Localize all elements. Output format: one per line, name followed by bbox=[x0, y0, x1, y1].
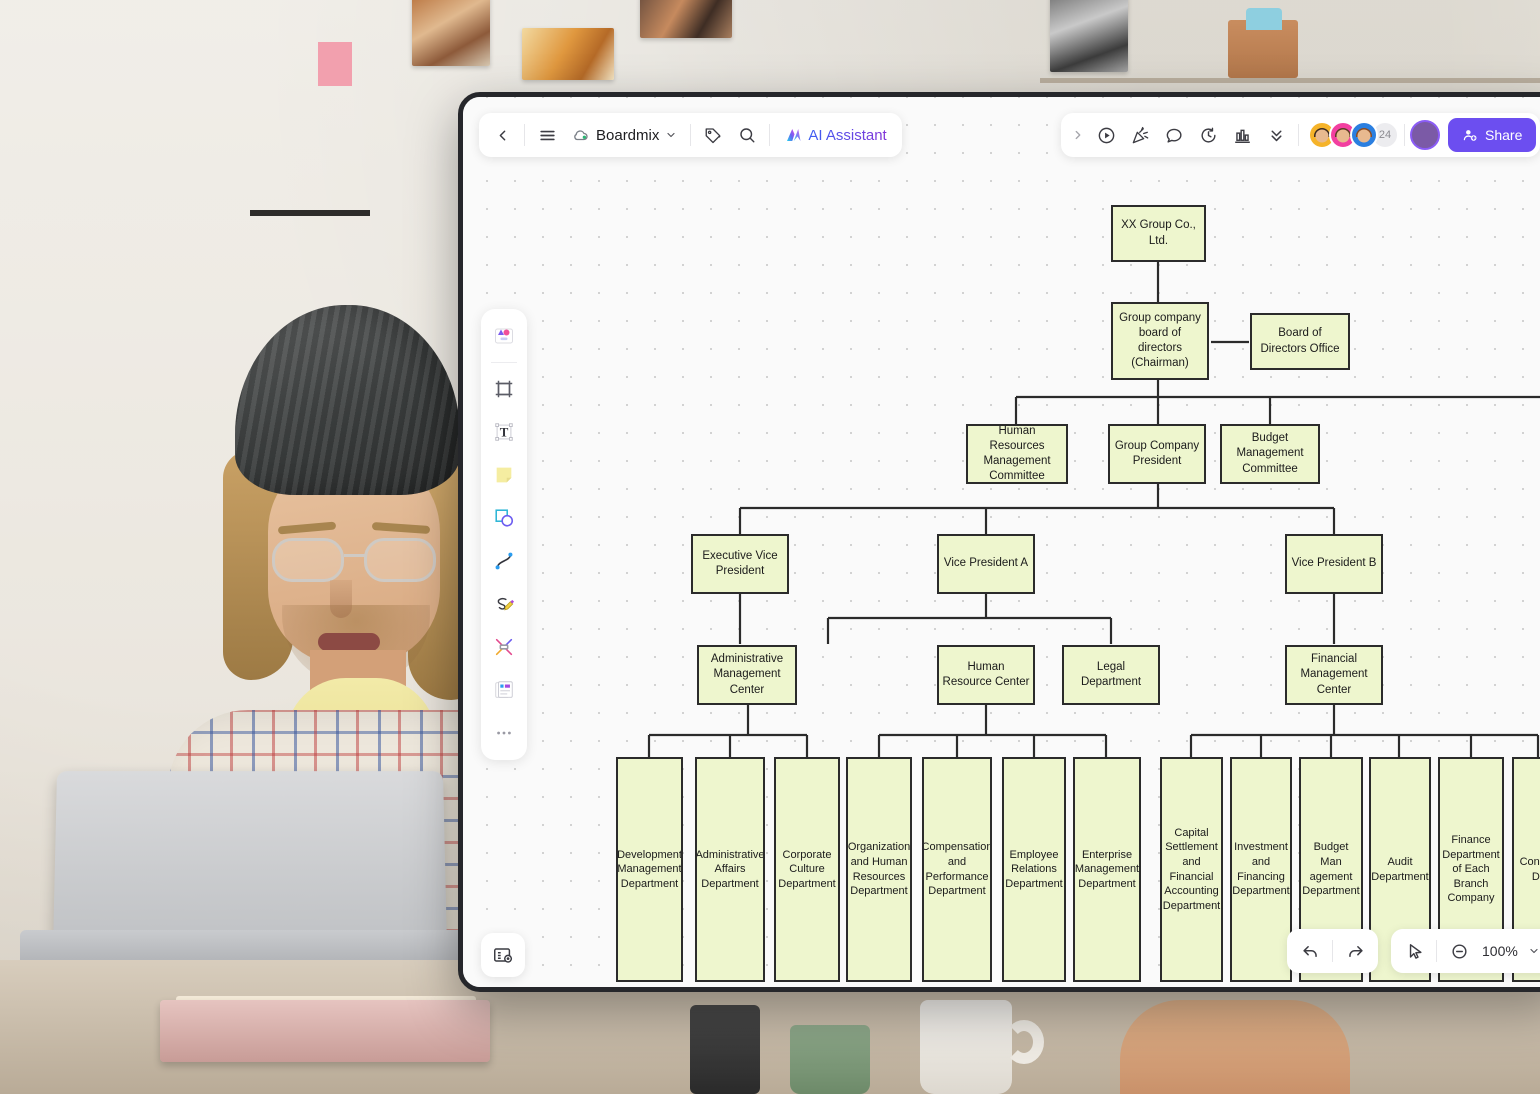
laptop-screen bbox=[52, 771, 448, 951]
chevron-down-icon bbox=[665, 129, 677, 141]
divider bbox=[491, 362, 517, 363]
layers-panel-button[interactable] bbox=[481, 933, 525, 977]
divider bbox=[1332, 940, 1333, 962]
tool-mindmap[interactable] bbox=[485, 627, 523, 667]
tool-text[interactable]: T bbox=[485, 412, 523, 452]
history-toolbar bbox=[1287, 929, 1378, 973]
expand-toolbar-button[interactable] bbox=[1067, 118, 1089, 152]
timer-button[interactable] bbox=[1191, 118, 1225, 152]
collaborator-avatars[interactable]: 24 bbox=[1306, 121, 1399, 149]
tool-shapes[interactable] bbox=[485, 498, 523, 538]
wall-photo-4 bbox=[1050, 0, 1128, 72]
tool-connector[interactable] bbox=[485, 541, 523, 581]
org-node[interactable]: Compensation and Performance Department bbox=[922, 757, 992, 982]
vote-chart-button[interactable] bbox=[1225, 118, 1259, 152]
wall-photo-2 bbox=[522, 28, 614, 80]
zoom-level-label[interactable]: 100% bbox=[1476, 943, 1524, 959]
zoom-toolbar: 100% bbox=[1391, 929, 1540, 973]
search-button[interactable] bbox=[730, 118, 764, 152]
org-node[interactable]: Corporate Culture Department bbox=[774, 757, 840, 982]
share-label: Share bbox=[1485, 127, 1523, 143]
notebook bbox=[160, 1000, 490, 1062]
redo-button[interactable] bbox=[1338, 934, 1372, 968]
divider bbox=[1298, 124, 1299, 146]
avatar[interactable] bbox=[1350, 121, 1378, 149]
zoom-dropdown-button[interactable] bbox=[1524, 934, 1540, 968]
share-user-icon bbox=[1462, 127, 1478, 143]
brand-menu[interactable]: Boardmix bbox=[564, 118, 685, 152]
back-button[interactable] bbox=[485, 118, 519, 152]
org-node[interactable]: Group company board of directors (Chairm… bbox=[1111, 302, 1209, 380]
tag-button[interactable] bbox=[696, 118, 730, 152]
org-node[interactable]: Financial Management Center bbox=[1285, 645, 1383, 705]
mouth bbox=[318, 633, 380, 651]
org-chart: XX Group Co., Ltd. Group company board o… bbox=[463, 97, 1540, 987]
top-left-toolbar: Boardmix AI Assistant bbox=[479, 113, 902, 157]
ai-assistant-label: AI Assistant bbox=[808, 126, 887, 144]
org-node[interactable]: Executive Vice President bbox=[691, 534, 789, 594]
more-tools-button[interactable] bbox=[1259, 118, 1293, 152]
top-right-toolbar: 24 Share bbox=[1061, 113, 1540, 157]
org-node[interactable]: Human Resource Center bbox=[937, 645, 1035, 705]
boardmix-app-window: XX Group Co., Ltd. Group company board o… bbox=[458, 92, 1540, 992]
ai-assistant-button[interactable]: AI Assistant bbox=[775, 118, 895, 152]
second-person bbox=[1120, 1000, 1350, 1094]
comment-button[interactable] bbox=[1157, 118, 1191, 152]
divider bbox=[769, 124, 771, 146]
coffee-mug bbox=[920, 1000, 1012, 1094]
cloud-icon bbox=[572, 126, 590, 144]
celebrate-button[interactable] bbox=[1123, 118, 1157, 152]
wall-photo-3 bbox=[640, 0, 732, 38]
tool-more[interactable] bbox=[485, 713, 523, 753]
eyeglasses bbox=[272, 538, 440, 582]
green-cup bbox=[790, 1025, 870, 1094]
org-node[interactable]: Enterprise Management Department bbox=[1073, 757, 1141, 982]
org-node[interactable]: Board of Directors Office bbox=[1250, 313, 1350, 370]
org-node[interactable]: Vice President B bbox=[1285, 534, 1383, 594]
org-node[interactable]: Administrative Affairs Department bbox=[695, 757, 765, 982]
shelf-object-top bbox=[1246, 8, 1282, 30]
shelf-edge bbox=[1040, 78, 1540, 83]
org-node[interactable]: XX Group Co., Ltd. bbox=[1111, 205, 1206, 262]
org-node[interactable]: Group Company President bbox=[1108, 424, 1206, 484]
org-node[interactable]: Legal Department bbox=[1062, 645, 1160, 705]
divider bbox=[1404, 124, 1405, 146]
org-node[interactable]: Investment and Financing Department bbox=[1230, 757, 1292, 982]
ai-sparkle-icon bbox=[784, 126, 802, 144]
org-node[interactable]: Vice President A bbox=[937, 534, 1035, 594]
tool-templates[interactable] bbox=[485, 316, 523, 356]
org-node[interactable]: Employee Relations Department bbox=[1002, 757, 1066, 982]
org-node[interactable]: Administrative Management Center bbox=[697, 645, 797, 705]
select-tool-button[interactable] bbox=[1397, 934, 1431, 968]
share-button[interactable]: Share bbox=[1448, 118, 1537, 152]
hamburger-menu-button[interactable] bbox=[530, 118, 564, 152]
left-tool-rail: T bbox=[481, 309, 527, 760]
bottle bbox=[690, 1005, 760, 1094]
tool-sticky-note[interactable] bbox=[485, 455, 523, 495]
mug-handle bbox=[1004, 1020, 1044, 1064]
pink-sticky-note bbox=[318, 42, 352, 86]
tool-frame[interactable] bbox=[485, 369, 523, 409]
zoom-out-button[interactable] bbox=[1442, 934, 1476, 968]
present-button[interactable] bbox=[1089, 118, 1123, 152]
tool-document[interactable] bbox=[485, 670, 523, 710]
undo-button[interactable] bbox=[1293, 934, 1327, 968]
nose bbox=[330, 580, 352, 618]
beanie-hat bbox=[235, 305, 460, 495]
org-node[interactable]: Development Management Department bbox=[616, 757, 683, 982]
current-user-avatar[interactable] bbox=[1410, 120, 1440, 150]
divider bbox=[1436, 940, 1437, 962]
org-node[interactable]: Budget Management Committee bbox=[1220, 424, 1320, 484]
org-node[interactable]: Human Resources Management Committee bbox=[966, 424, 1068, 484]
svg-text:T: T bbox=[500, 426, 509, 440]
wall-photo-1 bbox=[412, 0, 490, 66]
org-node[interactable]: Capital Settlement and Financial Account… bbox=[1160, 757, 1223, 982]
divider bbox=[690, 124, 692, 146]
brand-label: Boardmix bbox=[596, 126, 660, 144]
divider bbox=[524, 124, 525, 146]
org-node[interactable]: Organization and Human Resources Departm… bbox=[846, 757, 912, 982]
tool-pen[interactable] bbox=[485, 584, 523, 624]
